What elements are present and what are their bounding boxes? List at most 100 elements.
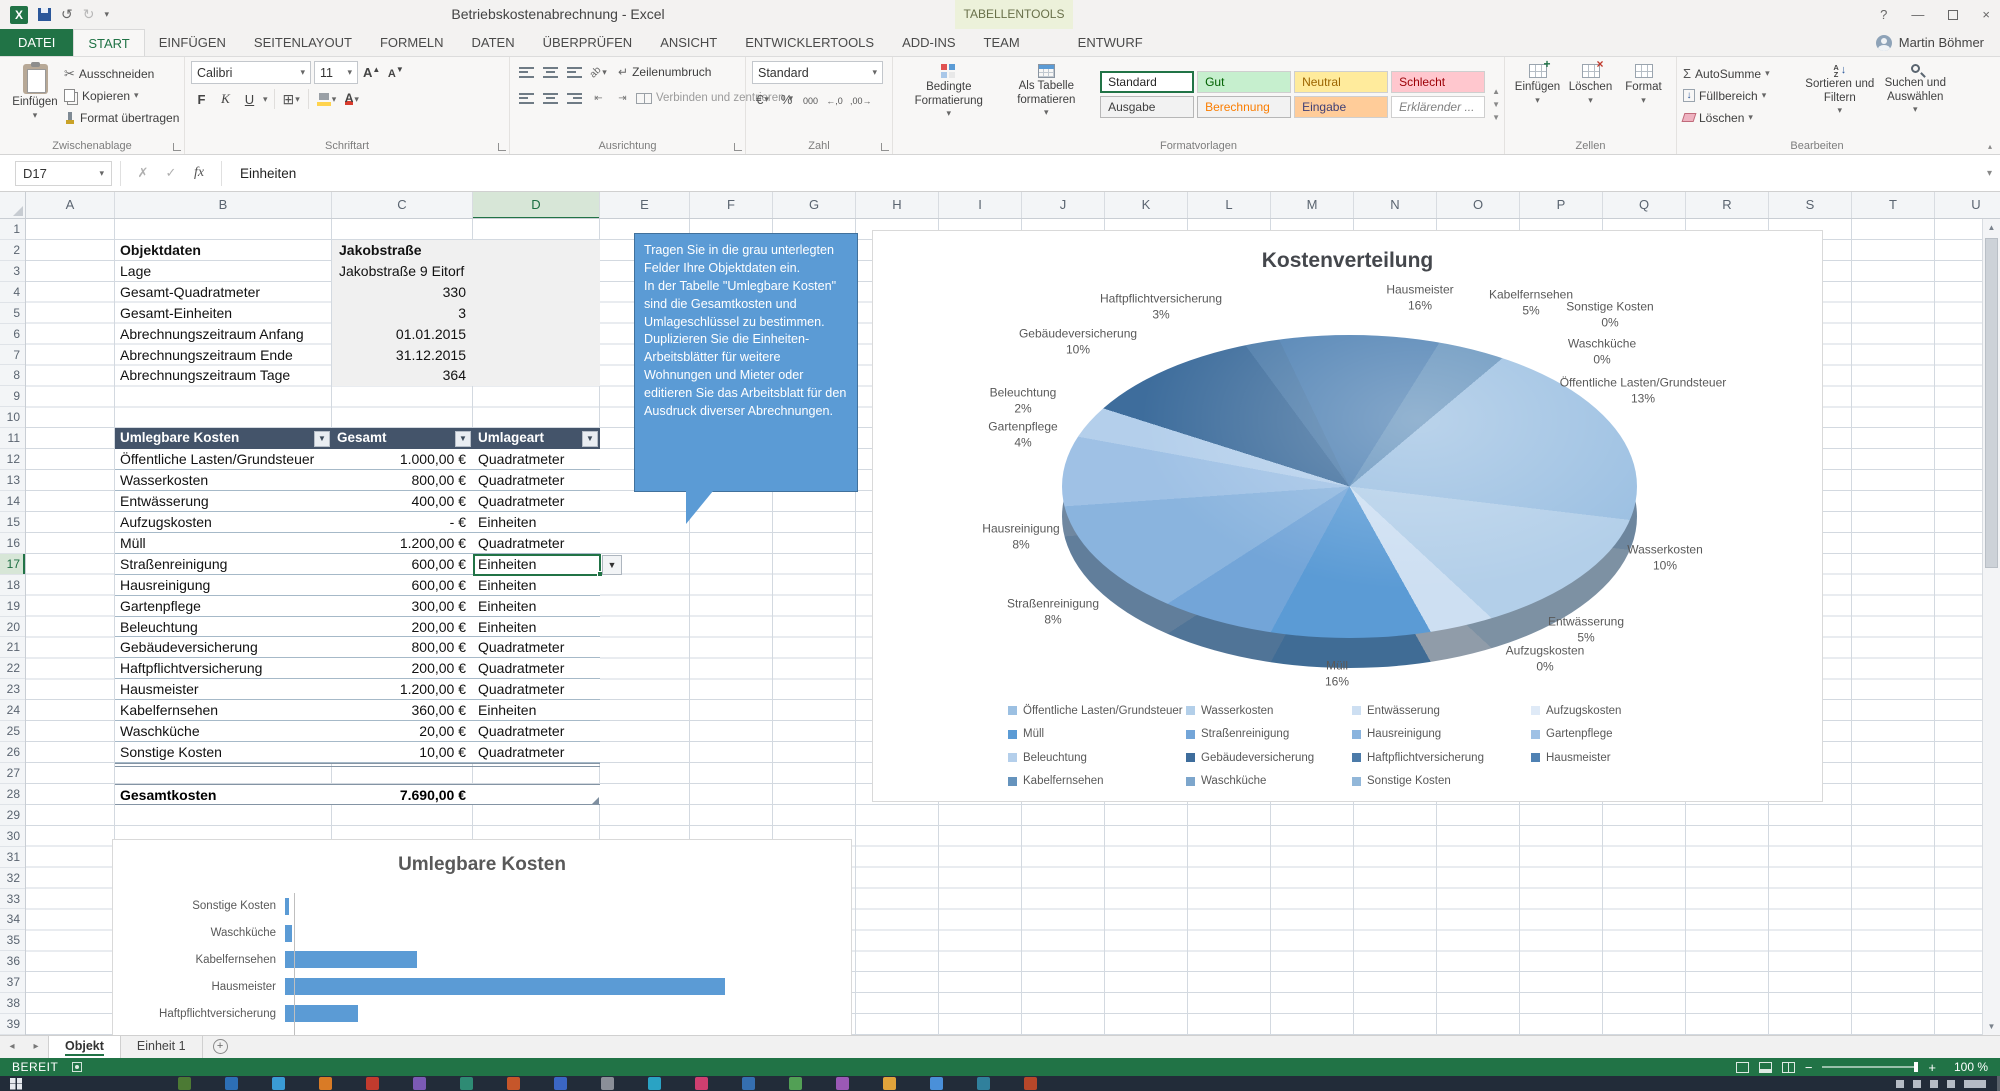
legend-item[interactable]: Straßenreinigung	[1186, 723, 1352, 747]
italic-button[interactable]: K	[215, 88, 236, 110]
row-header[interactable]: 38	[0, 993, 25, 1014]
object-data-value-cell[interactable]: 330	[332, 282, 473, 303]
number-format-select[interactable]: Standard	[752, 61, 883, 84]
ribbon-tab[interactable]: ÜBERPRÜFEN	[529, 29, 647, 56]
select-all-corner[interactable]	[0, 192, 26, 219]
column-header[interactable]: U	[1935, 192, 1982, 219]
column-header[interactable]: S	[1769, 192, 1852, 219]
cost-method-cell[interactable]: Quadratmeter	[473, 491, 600, 511]
cost-amount-cell[interactable]: 800,00 €	[332, 637, 473, 657]
increase-decimal-button[interactable]	[824, 88, 845, 110]
tray-icon[interactable]	[1913, 1080, 1921, 1088]
ribbon-tab[interactable]: SEITENLAYOUT	[240, 29, 366, 56]
cost-method-cell[interactable]: Quadratmeter	[473, 637, 600, 657]
legend-item[interactable]: Hausmeister	[1531, 746, 1691, 770]
row-header[interactable]: 1	[0, 219, 25, 240]
column-header[interactable]: G	[773, 192, 856, 219]
cost-name-cell[interactable]: Wasserkosten	[115, 470, 332, 490]
sheet-tab[interactable]: Objekt	[48, 1036, 121, 1058]
object-data-value-cell[interactable]: 01.01.2015	[332, 324, 473, 345]
row-header[interactable]: 21	[0, 637, 25, 658]
taskbar-app-icon[interactable]	[977, 1077, 990, 1090]
object-data-label-cell[interactable]: Gesamt-Einheiten	[115, 303, 332, 324]
taskbar-app-icon[interactable]	[648, 1077, 661, 1090]
row-header[interactable]: 17	[0, 554, 25, 575]
ribbon-tab[interactable]: ANSICHT	[646, 29, 731, 56]
cell-style-chip[interactable]: Eingabe	[1294, 96, 1388, 118]
row-header[interactable]: 6	[0, 324, 25, 345]
row-header[interactable]: 14	[0, 491, 25, 512]
cost-amount-cell[interactable]: 10,00 €	[332, 742, 473, 762]
tray-icon[interactable]	[1930, 1080, 1938, 1088]
scroll-up-icon[interactable]: ▲	[1983, 219, 2000, 236]
close-button[interactable]: ×	[1982, 7, 1990, 22]
bar[interactable]	[285, 951, 417, 968]
align-right-button[interactable]	[564, 87, 585, 109]
vertical-scrollbar[interactable]: ▲ ▼	[1982, 219, 2000, 1035]
bar-chart[interactable]: Umlegbare Kosten Sonstige Kosten Waschkü…	[112, 839, 852, 1035]
row-header[interactable]: 12	[0, 449, 25, 470]
decrease-font-button[interactable]: ▼	[385, 62, 406, 84]
cost-method-cell[interactable]: Quadratmeter	[473, 533, 600, 553]
row-header[interactable]: 36	[0, 951, 25, 972]
row-header[interactable]: 13	[0, 470, 25, 491]
scroll-down-icon[interactable]: ▼	[1983, 1018, 2000, 1035]
row-header[interactable]: 22	[0, 658, 25, 679]
total-label-cell[interactable]: Gesamtkosten	[115, 785, 332, 804]
expand-formula-bar-icon[interactable]: ▾	[1987, 168, 2000, 179]
gallery-down-icon[interactable]: ▼	[1492, 100, 1500, 109]
bar[interactable]	[285, 898, 289, 915]
restore-button[interactable]	[1948, 10, 1958, 20]
object-data-label-cell[interactable]: Gesamt-Quadratmeter	[115, 282, 332, 303]
column-header[interactable]: B	[115, 192, 332, 219]
legend-item[interactable]: Gebäudeversicherung	[1186, 746, 1352, 770]
bar[interactable]	[285, 925, 292, 942]
cost-amount-cell[interactable]: 1.200,00 €	[332, 679, 473, 699]
ribbon-tab[interactable]: EINFÜGEN	[145, 29, 240, 56]
cost-method-cell[interactable]: Quadratmeter	[473, 742, 600, 762]
column-header[interactable]: F	[690, 192, 773, 219]
legend-item[interactable]: Entwässerung	[1352, 699, 1531, 723]
taskbar-app-icon[interactable]	[695, 1077, 708, 1090]
cost-name-cell[interactable]: Öffentliche Lasten/Grundsteuer	[115, 449, 332, 469]
cell-style-chip[interactable]: Standard	[1100, 71, 1194, 93]
column-header[interactable]: T	[1852, 192, 1935, 219]
cost-table-header[interactable]: Umlegbare Kosten	[115, 428, 332, 449]
align-left-button[interactable]	[516, 87, 537, 109]
taskbar-app-icon[interactable]	[930, 1077, 943, 1090]
cost-name-cell[interactable]: Aufzugskosten	[115, 512, 332, 532]
zoom-slider[interactable]	[1822, 1066, 1918, 1068]
cost-amount-cell[interactable]: 1.200,00 €	[332, 533, 473, 553]
align-top-button[interactable]	[516, 61, 537, 83]
cost-name-cell[interactable]: Waschküche	[115, 721, 332, 741]
formula-input[interactable]: Einheiten	[230, 166, 1987, 181]
sheet-tab[interactable]: Einheit 1	[121, 1036, 203, 1058]
column-header[interactable]: R	[1686, 192, 1769, 219]
conditional-formatting-button[interactable]: Bedingte Formatierung	[899, 61, 999, 137]
align-center-button[interactable]	[540, 87, 561, 109]
cost-method-cell[interactable]: Quadratmeter	[473, 658, 600, 678]
find-select-button[interactable]: Suchen und Auswählen	[1878, 61, 1953, 137]
taskbar-app-icon[interactable]	[1024, 1077, 1037, 1090]
legend-item[interactable]: Aufzugskosten	[1531, 699, 1691, 723]
zoom-out-button[interactable]: −	[1805, 1060, 1813, 1075]
cost-name-cell[interactable]: Kabelfernsehen	[115, 700, 332, 720]
cut-button[interactable]: Ausschneiden	[64, 64, 179, 83]
cost-method-cell[interactable]: Quadratmeter	[473, 721, 600, 741]
taskbar-app-icon[interactable]	[225, 1077, 238, 1090]
redo-icon[interactable]	[83, 6, 95, 23]
vertical-scroll-thumb[interactable]	[1985, 238, 1998, 568]
cost-method-cell[interactable]: Einheiten	[473, 575, 600, 595]
cost-amount-cell[interactable]: 20,00 €	[332, 721, 473, 741]
cell-style-chip[interactable]: Erklärender ...	[1391, 96, 1485, 118]
cost-name-cell[interactable]: Gebäudeversicherung	[115, 637, 332, 657]
start-button[interactable]	[10, 1078, 22, 1090]
row-header[interactable]: 5	[0, 303, 25, 324]
format-as-table-button[interactable]: Als Tabelle formatieren	[999, 61, 1095, 137]
new-sheet-button[interactable]	[213, 1039, 228, 1054]
row-header[interactable]: 11	[0, 428, 25, 449]
cost-method-cell[interactable]: Einheiten	[473, 617, 600, 637]
column-header[interactable]: E	[600, 192, 690, 219]
tray-icon[interactable]	[1896, 1080, 1904, 1088]
row-header[interactable]: 24	[0, 700, 25, 721]
